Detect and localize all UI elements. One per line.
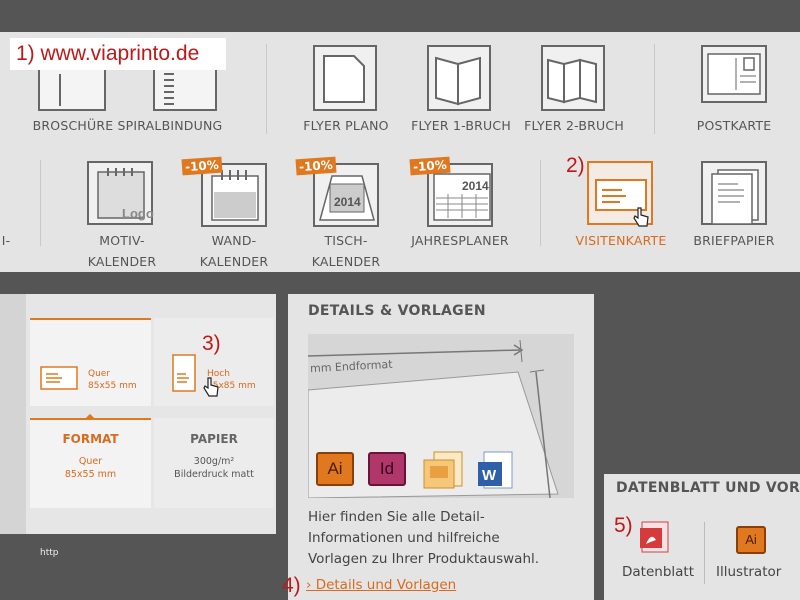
datenblatt-divider bbox=[704, 522, 705, 584]
step-5-label: 5) bbox=[614, 514, 633, 537]
details-text-1: Hier finden Sie alle Detail- bbox=[308, 509, 485, 525]
left-cut-label: I- bbox=[1, 233, 11, 248]
quer-size: 85x55 mm bbox=[88, 381, 137, 391]
illustrator-download-icon[interactable]: Ai bbox=[736, 526, 766, 554]
config-panel-shade bbox=[0, 294, 26, 534]
spiralbindung-icon[interactable] bbox=[150, 70, 220, 112]
indesign-file-icon: Id bbox=[368, 452, 406, 486]
illustrator-link[interactable]: Illustrator bbox=[716, 564, 781, 580]
jahresplaner-discount-badge: -10% bbox=[409, 156, 451, 176]
format-label: FORMAT bbox=[62, 432, 119, 446]
hoch-card-icon bbox=[172, 354, 198, 398]
image-file-icon bbox=[420, 450, 466, 496]
wand-discount-badge: -10% bbox=[181, 156, 223, 176]
details-text-2: Informationen und hilfreiche bbox=[308, 530, 500, 546]
step-2-label: 2) bbox=[566, 154, 585, 177]
svg-text:2014: 2014 bbox=[334, 195, 361, 209]
papier-label: PAPIER bbox=[190, 432, 238, 446]
broschuere-icon[interactable] bbox=[38, 70, 108, 112]
datenblatt-link[interactable]: Datenblatt bbox=[622, 564, 694, 580]
wandkalender-label-2[interactable]: KALENDER bbox=[184, 251, 284, 272]
papier-value-2: Bilderdruck matt bbox=[174, 469, 254, 480]
format-value-1: Quer bbox=[78, 456, 103, 467]
step-3-label: 3) bbox=[202, 332, 221, 355]
tischkalender-label-1[interactable]: TISCH- bbox=[296, 230, 396, 251]
word-file-icon: W bbox=[476, 450, 516, 496]
postkarte-icon[interactable] bbox=[700, 44, 770, 106]
flyer-1-bruch-label[interactable]: FLYER 1-BRUCH bbox=[406, 115, 516, 136]
svg-text:W: W bbox=[482, 467, 497, 484]
tisch-discount-badge: -10% bbox=[295, 156, 337, 176]
row1-divider-1 bbox=[266, 44, 267, 134]
wandkalender-label-1[interactable]: WAND- bbox=[184, 230, 284, 251]
details-title: DETAILS & VORLAGEN bbox=[308, 303, 486, 319]
pdf-icon[interactable] bbox=[638, 520, 672, 558]
details-link[interactable]: › Details und Vorlagen bbox=[306, 577, 456, 593]
postkarte-label[interactable]: POSTKARTE bbox=[684, 115, 784, 136]
status-url: http bbox=[40, 548, 59, 558]
quer-label: Quer bbox=[88, 369, 111, 379]
row2-divider-1 bbox=[540, 160, 541, 246]
step-1-label: 1) www.viaprinto.de bbox=[16, 42, 200, 65]
motivkalender-label-1[interactable]: MOTIV- bbox=[72, 230, 172, 251]
briefpapier-label[interactable]: BRIEFPAPIER bbox=[684, 230, 784, 251]
flyer-1-bruch-icon[interactable] bbox=[426, 44, 496, 114]
briefpapier-icon[interactable] bbox=[700, 160, 770, 226]
spiralbindung-label[interactable]: SPIRALBINDUNG bbox=[100, 115, 240, 136]
motivkalender-icon[interactable]: Logo bbox=[86, 160, 156, 226]
flyer-plano-label[interactable]: FLYER PLANO bbox=[296, 115, 396, 136]
illustrator-file-icon: Ai bbox=[316, 452, 354, 486]
datenblatt-title: DATENBLATT UND VOR bbox=[616, 480, 800, 496]
flyer-2-bruch-label[interactable]: FLYER 2-BRUCH bbox=[518, 115, 630, 136]
motivkalender-label-2[interactable]: KALENDER bbox=[72, 251, 172, 272]
hand-cursor-icon bbox=[632, 206, 650, 232]
visitenkarte-label[interactable]: VISITENKARTE bbox=[566, 230, 676, 251]
svg-text:2014: 2014 bbox=[462, 179, 489, 193]
tischkalender-label-2[interactable]: KALENDER bbox=[296, 251, 396, 272]
format-value-2: 85x55 mm bbox=[64, 469, 117, 480]
hand-cursor-icon-2 bbox=[202, 376, 220, 402]
flyer-plano-icon[interactable] bbox=[312, 44, 382, 114]
step-4-label: 4) bbox=[282, 574, 301, 597]
quer-card-icon bbox=[40, 366, 80, 396]
details-text-3: Vorlagen zu Ihrer Produktauswahl. bbox=[308, 551, 540, 567]
flyer-2-bruch-icon[interactable] bbox=[540, 44, 610, 114]
row1-divider-2 bbox=[654, 44, 655, 134]
papier-value-1: 300g/m² bbox=[193, 456, 235, 467]
jahresplaner-label[interactable]: JAHRESPLANER bbox=[400, 230, 520, 251]
svg-text:Logo: Logo bbox=[122, 206, 154, 221]
row2-divider-0 bbox=[40, 160, 41, 246]
